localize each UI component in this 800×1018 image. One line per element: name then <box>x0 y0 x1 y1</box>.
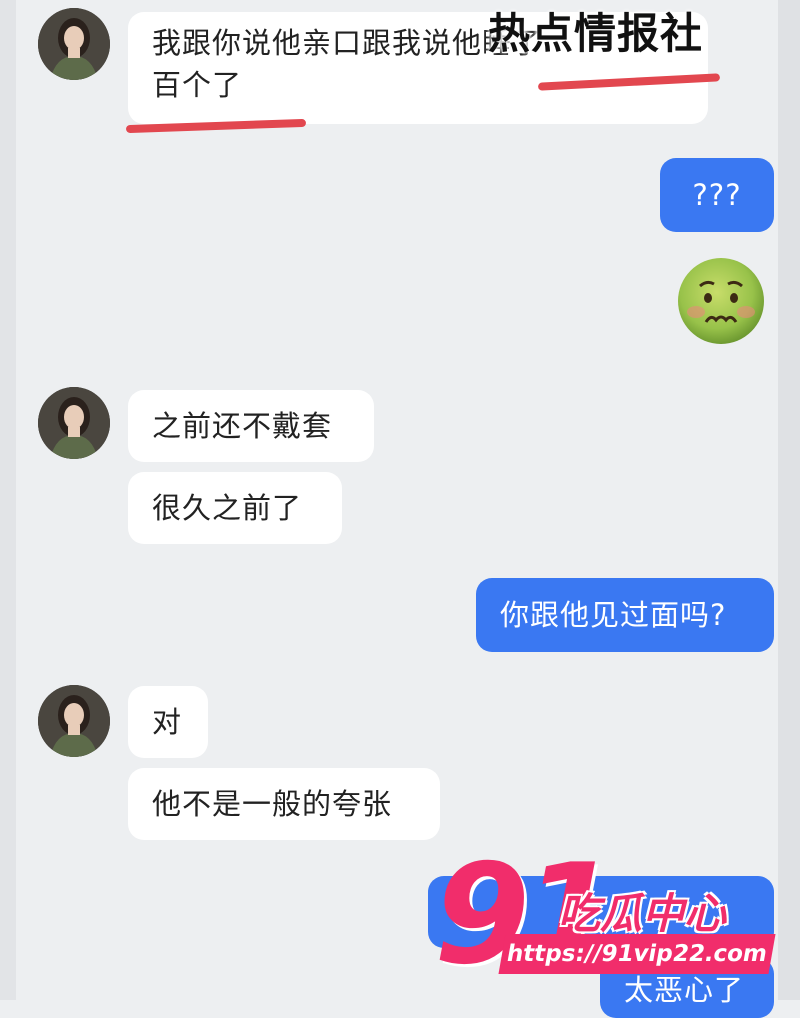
watermark-logo: 91 吃瓜中心 https://91vip22.com <box>428 834 778 1000</box>
logo-url: https://91vip22.com <box>498 934 776 974</box>
incoming-message[interactable]: 之前还不戴套 <box>128 390 374 462</box>
contact-avatar[interactable] <box>38 387 110 459</box>
incoming-message[interactable]: 对 <box>128 686 208 758</box>
outgoing-message[interactable]: ??? <box>660 158 774 232</box>
left-edge <box>0 0 16 1000</box>
watermark-title: 热点情报社 <box>488 9 704 58</box>
right-edge <box>778 0 800 1000</box>
message-text: 他不是一般的夸张 <box>152 787 393 821</box>
message-text: 对 <box>152 705 183 739</box>
message-text: 你跟他见过面吗? <box>500 598 727 632</box>
incoming-message[interactable]: 他不是一般的夸张 <box>128 768 440 840</box>
logo-name: 吃瓜中心 <box>558 889 727 938</box>
contact-avatar[interactable] <box>38 8 110 80</box>
incoming-message[interactable]: 很久之前了 <box>128 472 342 544</box>
message-text: ??? <box>692 178 742 212</box>
outgoing-message[interactable]: 你跟他见过面吗? <box>476 578 774 652</box>
contact-avatar[interactable] <box>38 685 110 757</box>
nauseated-face-icon[interactable] <box>676 256 766 346</box>
message-text: 之前还不戴套 <box>152 409 333 443</box>
message-text: 很久之前了 <box>152 491 303 525</box>
